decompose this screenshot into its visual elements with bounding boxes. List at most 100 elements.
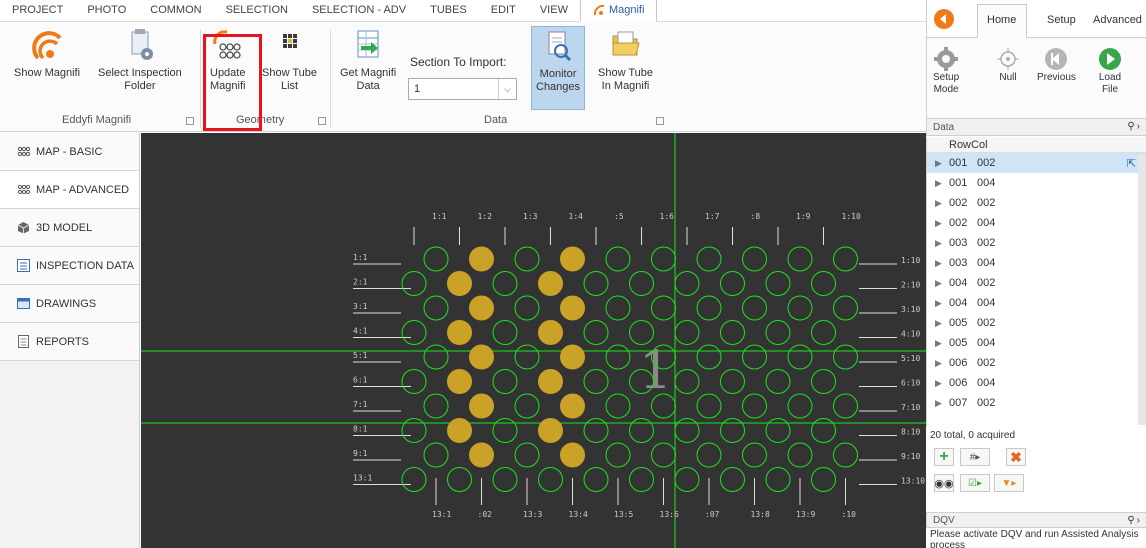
nav-3d-model[interactable]: 3D MODEL [0, 209, 139, 247]
tube-map-canvas[interactable]: 1 1:1 13:1 1:2:02 1:3 13:3 1:4 13:4:5 13:5 1:6 13:… [141, 133, 926, 548]
tube [469, 344, 494, 370]
ribbon-tab-project[interactable]: PROJECT [0, 0, 75, 21]
tube [605, 246, 631, 272]
folder-settings-icon [131, 29, 153, 60]
tube [765, 418, 791, 443]
monitor-changes-button[interactable]: Monitor Changes [531, 26, 586, 110]
table-row[interactable]: ▶ 006 002 [927, 353, 1146, 373]
cell-col: 004 [977, 377, 996, 389]
get-magnifi-data-button[interactable]: Get Magnifi Data [340, 28, 396, 93]
tube-map[interactable]: 1 1:1 13:1 1:2:02 1:3 13:3 1:4 13:4:5 13:5 1:6 13:… [141, 133, 926, 548]
table-row[interactable]: ▶ 005 004 [927, 333, 1146, 353]
row-label-left: 2:1 [353, 278, 368, 287]
nav-reports[interactable]: REPORTS [0, 323, 139, 361]
chevron-down-icon[interactable]: ⌵ [498, 79, 516, 99]
tube [742, 295, 767, 321]
edit-row-icon[interactable]: ⇱ [1127, 157, 1136, 170]
filter-button[interactable]: ▼▸ [994, 474, 1024, 492]
nav-inspection-data[interactable]: INSPECTION DATA [0, 247, 139, 285]
tube [720, 418, 745, 443]
tube [538, 320, 563, 345]
tube [560, 246, 585, 272]
ribbon-tab-selection[interactable]: SELECTION [214, 0, 300, 21]
column-header-row[interactable]: Row [949, 139, 971, 151]
show-tube-list-button[interactable]: Show Tube List [262, 28, 317, 93]
back-arrow-icon[interactable] [933, 8, 955, 30]
data-grid-scrollbar[interactable] [1138, 155, 1146, 425]
table-row[interactable]: ▶ 002 002 [927, 193, 1146, 213]
tab-advanced[interactable]: Advanced [1093, 14, 1142, 26]
tube [787, 344, 813, 370]
row-label-right: 13:10 [901, 477, 925, 486]
import-data-icon [357, 30, 379, 58]
tube [629, 271, 654, 296]
ribbon-tab-label: PHOTO [87, 4, 127, 16]
tube [538, 271, 563, 296]
show-tube-in-magnifi-button[interactable]: Show Tube In Magnifi [598, 28, 653, 93]
check-button[interactable]: ☑▸ [960, 474, 990, 492]
checkbox-icon: ☑▸ [968, 477, 982, 489]
tube [583, 467, 609, 492]
tab-home-label[interactable]: Home [987, 14, 1016, 26]
show-magnifi-button[interactable]: Show Magnifi [14, 28, 80, 80]
ribbon-tab-view[interactable]: VIEW [528, 0, 580, 21]
group-expand-icon[interactable] [186, 117, 194, 125]
table-row[interactable]: ▶ 001 002 ⇱ [927, 153, 1146, 173]
tab-setup[interactable]: Setup [1047, 14, 1076, 26]
table-row[interactable]: ▶ 002 004 [927, 213, 1146, 233]
numbering-button[interactable]: #▸ [960, 448, 990, 466]
row-label-left: 1:1 [353, 253, 368, 262]
table-row[interactable]: ▶ 001 004 [927, 173, 1146, 193]
cell-col: 002 [977, 317, 996, 329]
group-expand-icon[interactable] [656, 117, 664, 125]
table-row[interactable]: ▶ 006 004 [927, 373, 1146, 393]
ribbon-tab-tubes[interactable]: TUBES [418, 0, 479, 21]
tube [651, 295, 676, 321]
column-header-col[interactable]: Col [971, 139, 988, 151]
map-grid-icon [17, 146, 30, 157]
tube [583, 320, 609, 345]
table-row[interactable]: ▶ 005 002 [927, 313, 1146, 333]
null-label: Null [999, 72, 1017, 83]
table-row[interactable]: ▶ 003 002 [927, 233, 1146, 253]
table-row[interactable]: ▶ 004 004 [927, 293, 1146, 313]
ribbon-tab-magnifi[interactable]: Magnifi [579, 0, 658, 22]
hash-icon: #▸ [969, 451, 981, 463]
nav-drawings[interactable]: DRAWINGS [0, 285, 139, 323]
select-inspection-folder-button[interactable]: Select Inspection Folder [98, 28, 182, 93]
delete-button[interactable]: ✖ [1006, 448, 1026, 466]
table-row[interactable]: ▶ 007 002 [927, 393, 1146, 413]
load-file-button[interactable]: Load File [1097, 46, 1123, 96]
table-row[interactable]: ▶ 003 004 [927, 253, 1146, 273]
ribbon-tab-common[interactable]: COMMON [138, 0, 213, 21]
find-button[interactable]: ◉◉ [934, 474, 954, 492]
previous-button[interactable]: Previous [1037, 46, 1076, 84]
ribbon-panel: Show Magnifi Select Inspection Folder Up… [0, 22, 926, 132]
row-label-left: 4:1 [353, 327, 368, 336]
cell-col: 004 [977, 337, 996, 349]
x-icon: ✖ [1010, 448, 1022, 465]
ribbon-tab-selection-adv[interactable]: SELECTION - ADV [300, 0, 418, 21]
tube [423, 295, 449, 321]
column-label-top: 1:10 [842, 212, 861, 221]
table-row[interactable]: ▶ 004 002 [927, 273, 1146, 293]
cell-row: 001 [949, 177, 968, 189]
add-button[interactable]: + [934, 448, 954, 466]
pin-icon[interactable]: ⚲ › [1127, 121, 1140, 132]
null-button[interactable]: Null [995, 46, 1021, 84]
ribbon-tab-edit[interactable]: EDIT [479, 0, 528, 21]
nav-map-basic[interactable]: MAP - BASIC [0, 133, 139, 171]
setup-mode-button[interactable]: Setup Mode [933, 46, 959, 96]
section-number-label: 1 [639, 341, 672, 401]
get-data-label-1: Get Magnifi [340, 67, 397, 79]
ribbon-tab-photo[interactable]: PHOTO [75, 0, 138, 21]
binoculars-icon: ◉◉ [934, 477, 954, 490]
group-expand-icon[interactable] [318, 117, 326, 125]
tube-list-label-2: List [280, 80, 299, 92]
tube [605, 344, 631, 370]
cell-col: 004 [977, 297, 996, 309]
tube [469, 393, 494, 419]
nav-map-advanced[interactable]: MAP - ADVANCED [0, 171, 139, 209]
pin-icon[interactable]: ⚲ › [1127, 515, 1140, 526]
section-select[interactable]: 1 ⌵ [408, 78, 517, 100]
